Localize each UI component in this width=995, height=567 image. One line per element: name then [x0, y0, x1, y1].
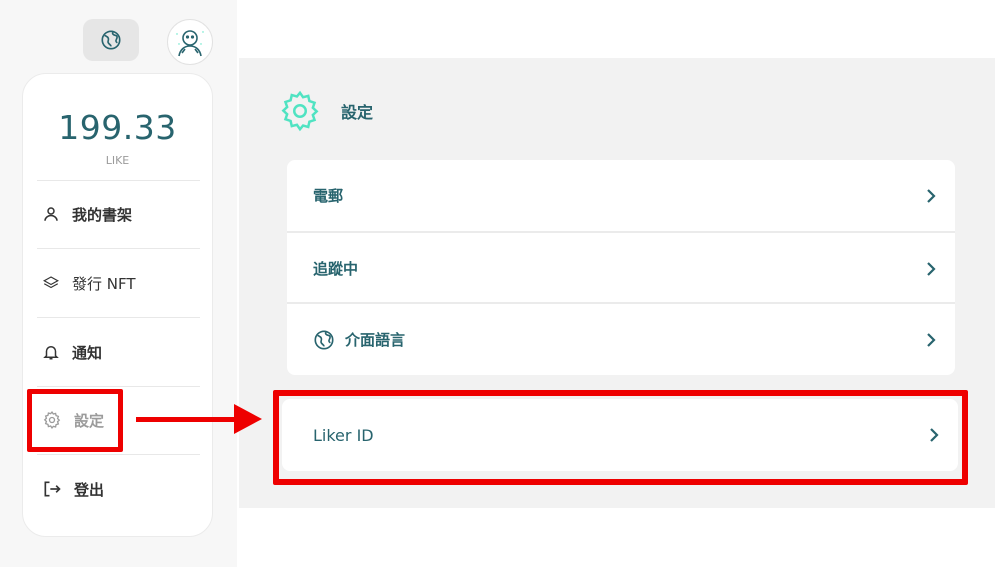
settings-header: 設定	[277, 88, 373, 134]
divider	[37, 454, 200, 455]
avatar[interactable]	[167, 19, 213, 65]
annotation-arrow-shaft	[136, 417, 240, 422]
like-balance: 199.33	[58, 108, 177, 147]
sidebar-item-label: 通知	[72, 343, 103, 362]
bell-icon	[43, 346, 59, 360]
globe-icon	[314, 329, 334, 350]
user-avatar-icon	[176, 30, 204, 57]
sidebar-item-label: 發行 NFT	[72, 274, 136, 293]
logout-icon	[44, 481, 61, 497]
layers-icon	[43, 276, 59, 289]
divider	[37, 317, 200, 318]
divider	[37, 180, 200, 181]
settings-row-language[interactable]: 介面語言	[287, 304, 955, 375]
sidebar-item-label: 我的書架	[72, 205, 133, 224]
chevron-right-icon	[927, 188, 936, 203]
settings-row-label: 追蹤中	[313, 260, 359, 278]
annotation-highlight-liker-id	[273, 390, 968, 485]
chevron-right-icon	[927, 332, 936, 347]
gear-icon	[281, 90, 319, 132]
chevron-right-icon	[927, 261, 936, 276]
annotation-arrow-head	[234, 404, 262, 434]
annotation-highlight-settings	[27, 389, 123, 452]
like-unit: LIKE	[105, 154, 130, 167]
page-title: 設定	[341, 103, 374, 122]
sidebar-item-label: 登出	[74, 480, 105, 499]
sidebar-item-logout[interactable]: 登出	[37, 469, 200, 509]
settings-row-label: 電郵	[313, 187, 344, 205]
person-icon	[44, 207, 58, 221]
settings-row-email[interactable]: 電郵	[287, 160, 955, 231]
language-button[interactable]	[83, 19, 139, 61]
sidebar-item-issue-nft[interactable]: 發行 NFT	[37, 263, 200, 303]
divider	[37, 386, 200, 387]
settings-row-following[interactable]: 追蹤中	[287, 233, 955, 304]
settings-row-label: 介面語言	[345, 331, 406, 349]
settings-row-label-group: 介面語言	[313, 329, 405, 351]
sidebar-item-notifications[interactable]: 通知	[37, 332, 200, 372]
globe-icon	[101, 30, 121, 50]
user-menu-card: 199.33 LIKE 我的書架 發行 NFT 通知 設定 登出	[22, 73, 213, 537]
settings-list: 電郵 追蹤中 介面語言	[287, 160, 955, 375]
sidebar-item-bookshelf[interactable]: 我的書架	[37, 194, 200, 234]
divider	[37, 248, 200, 249]
